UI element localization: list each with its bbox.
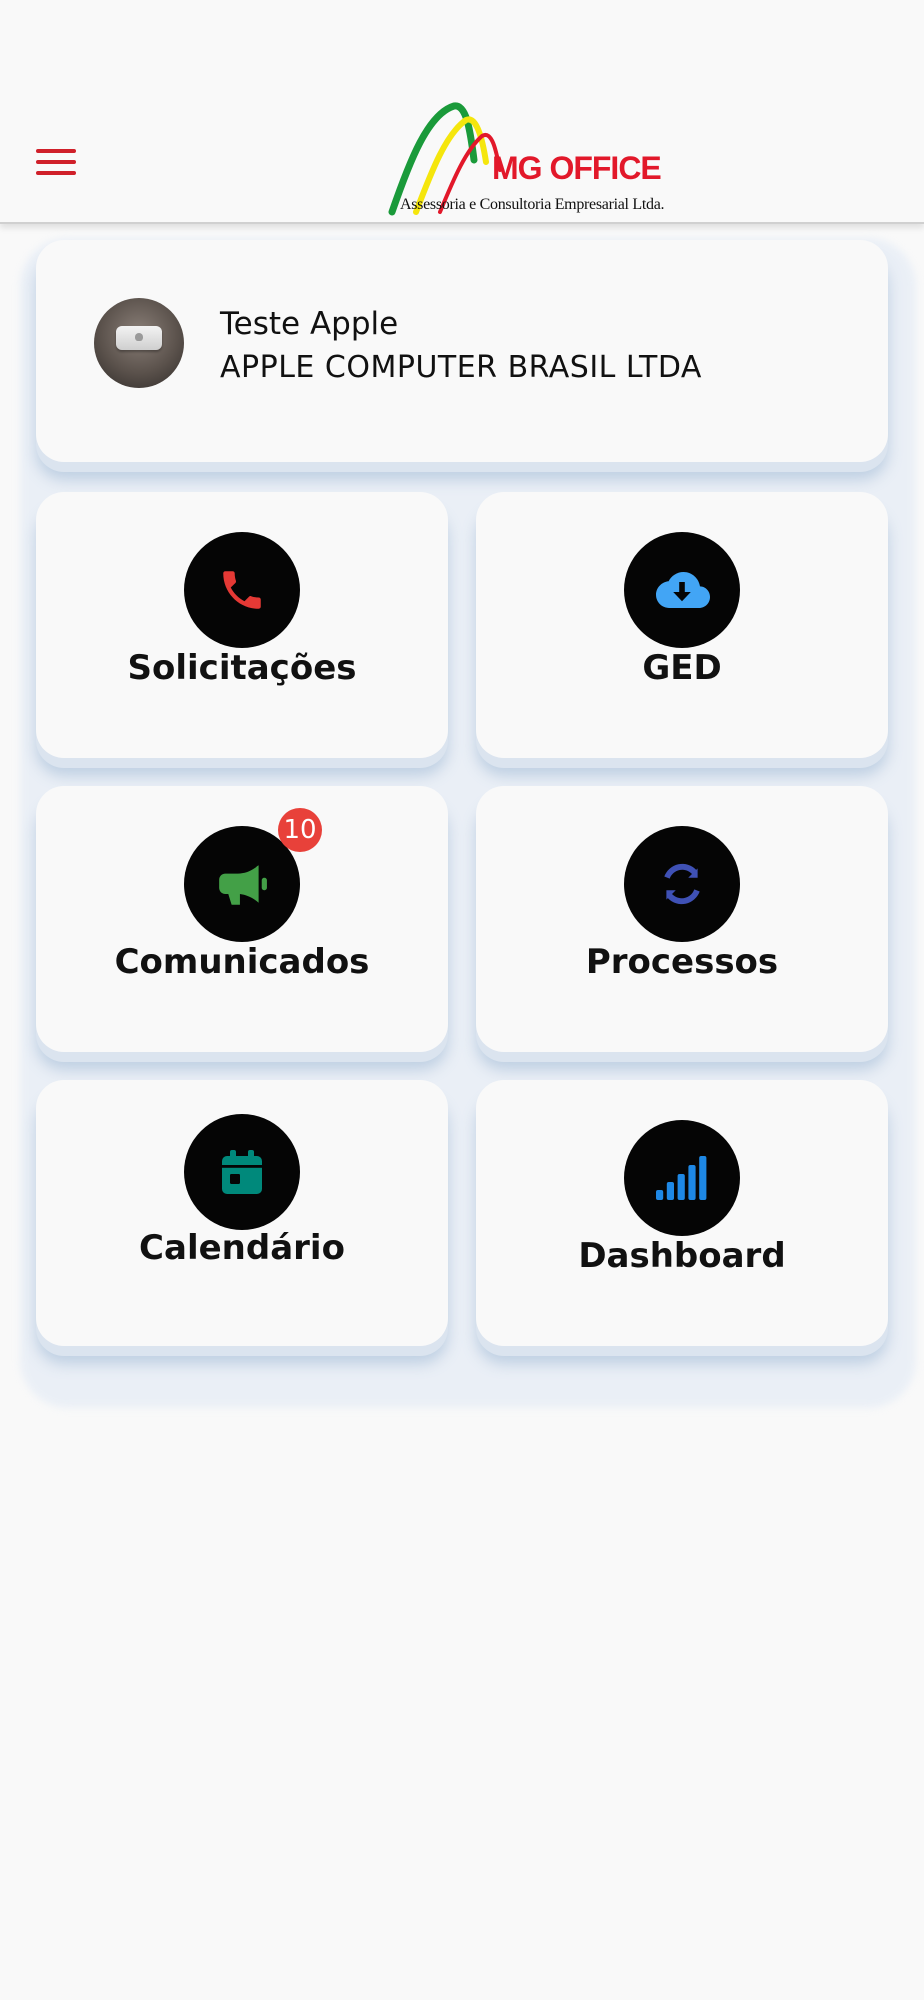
tile-calendario[interactable]: Calendário xyxy=(36,1080,448,1346)
avatar xyxy=(94,298,184,388)
sync-icon xyxy=(624,826,740,942)
profile-name: Teste Apple xyxy=(220,306,399,342)
phone-icon xyxy=(184,532,300,648)
tile-label: Comunicados xyxy=(114,942,370,982)
cloud-download-icon xyxy=(624,532,740,648)
profile-company: APPLE COMPUTER BRASIL LTDA xyxy=(220,350,702,385)
tile-dashboard[interactable]: Dashboard xyxy=(476,1080,888,1346)
logo-brand-text: MG OFFICE xyxy=(492,150,662,186)
tile-label: Processos xyxy=(585,942,779,982)
tile-label: Calendário xyxy=(139,1228,345,1268)
tile-label: Solicitações xyxy=(127,648,357,688)
app-header: MG OFFICE Assessoria e Consultoria Empre… xyxy=(0,0,924,224)
tile-ged[interactable]: GED xyxy=(476,492,888,758)
tile-processos[interactable]: Processos xyxy=(476,786,888,1052)
notification-badge: 10 xyxy=(278,808,322,852)
tile-comunicados[interactable]: 10 Comunicados xyxy=(36,786,448,1052)
logo-subtitle: Assessoria e Consultoria Empresarial Ltd… xyxy=(400,196,665,213)
hamburger-menu-icon[interactable] xyxy=(36,138,88,186)
tile-label: GED xyxy=(642,648,722,688)
signal-bars-icon xyxy=(624,1120,740,1236)
profile-card[interactable]: Teste Apple APPLE COMPUTER BRASIL LTDA xyxy=(36,240,888,462)
mg-office-logo: MG OFFICE Assessoria e Consultoria Empre… xyxy=(388,100,668,218)
calendar-icon xyxy=(184,1114,300,1230)
tile-solicitacoes[interactable]: Solicitações xyxy=(36,492,448,758)
tile-label: Dashboard xyxy=(578,1236,786,1276)
